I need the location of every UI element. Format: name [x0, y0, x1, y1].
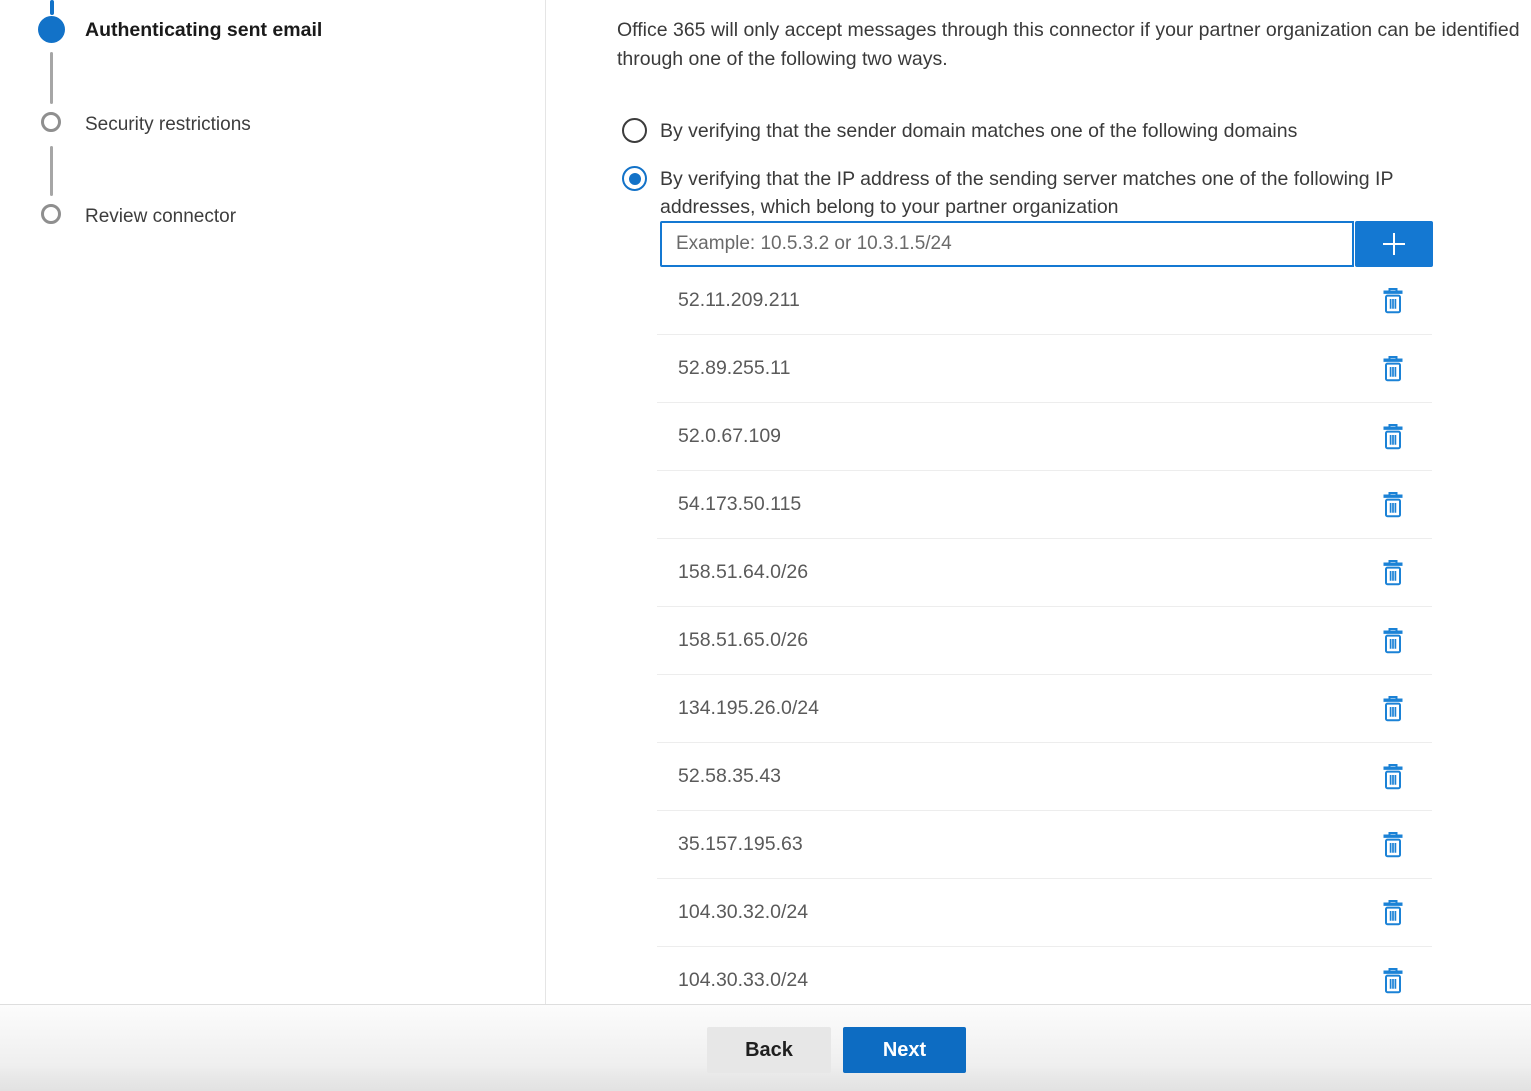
step-content-panel: Office 365 will only accept messages thr…: [547, 0, 1531, 1004]
trash-icon: [1381, 831, 1405, 859]
trash-icon: [1381, 967, 1405, 995]
ip-list-row: 134.195.26.0/24: [657, 675, 1432, 743]
step-review-connector[interactable]: Review connector: [85, 206, 236, 228]
delete-ip-button[interactable]: [1378, 489, 1408, 521]
delete-ip-button[interactable]: [1378, 829, 1408, 861]
radio-option-sender-domain[interactable]: By verifying that the sender domain matc…: [622, 117, 1297, 145]
add-ip-button[interactable]: [1355, 221, 1433, 267]
radio-selected-icon[interactable]: [622, 166, 647, 191]
radio-option-label: By verifying that the IP address of the …: [660, 165, 1492, 221]
delete-ip-button[interactable]: [1378, 625, 1408, 657]
ip-address: 52.11.209.211: [678, 289, 1378, 312]
trash-icon: [1381, 695, 1405, 723]
ip-list-row: 52.0.67.109: [657, 403, 1432, 471]
step-description: Office 365 will only accept messages thr…: [617, 16, 1529, 74]
delete-ip-button[interactable]: [1378, 693, 1408, 725]
ip-list-row: 35.157.195.63: [657, 811, 1432, 879]
back-button[interactable]: Back: [707, 1027, 831, 1073]
radio-option-label: By verifying that the sender domain matc…: [660, 117, 1297, 145]
wizard-footer: Back Next: [0, 1004, 1531, 1091]
trash-icon: [1381, 559, 1405, 587]
ip-list-row: 104.30.32.0/24: [657, 879, 1432, 947]
trash-icon: [1381, 763, 1405, 791]
ip-address: 158.51.65.0/26: [678, 629, 1378, 652]
ip-list-row: 52.89.255.11: [657, 335, 1432, 403]
ip-list-row: 52.58.35.43: [657, 743, 1432, 811]
ip-address: 52.89.255.11: [678, 357, 1378, 380]
connector-wizard-page: Authenticating sent email Security restr…: [0, 0, 1531, 1091]
ip-list-row: 54.173.50.115: [657, 471, 1432, 539]
ip-address-input[interactable]: [660, 221, 1354, 267]
wizard-steps-sidebar: Authenticating sent email Security restr…: [0, 0, 546, 1004]
stepper-connector-line: [50, 52, 53, 104]
ip-list-row: 158.51.64.0/26: [657, 539, 1432, 607]
ip-list-row: 104.30.33.0/24: [657, 947, 1432, 1004]
trash-icon: [1381, 423, 1405, 451]
step-circle-icon: [41, 204, 61, 224]
delete-ip-button[interactable]: [1378, 285, 1408, 317]
stepper-connector-line-top: [50, 0, 54, 15]
stepper-connector-line: [50, 146, 53, 196]
ip-list-row: 52.11.209.211: [657, 267, 1432, 335]
ip-address: 52.58.35.43: [678, 765, 1378, 788]
trash-icon: [1381, 287, 1405, 315]
ip-list-row: 158.51.65.0/26: [657, 607, 1432, 675]
step-active-dot-icon: [38, 16, 65, 43]
trash-icon: [1381, 355, 1405, 383]
ip-entry-row: [660, 221, 1433, 267]
trash-icon: [1381, 627, 1405, 655]
delete-ip-button[interactable]: [1378, 965, 1408, 997]
ip-address: 104.30.32.0/24: [678, 901, 1378, 924]
delete-ip-button[interactable]: [1378, 421, 1408, 453]
next-button[interactable]: Next: [843, 1027, 966, 1073]
ip-list: 52.11.209.211 52.89.255.11: [657, 267, 1432, 1004]
radio-option-ip-address[interactable]: By verifying that the IP address of the …: [622, 165, 1492, 221]
plus-icon: [1377, 227, 1411, 261]
trash-icon: [1381, 899, 1405, 927]
delete-ip-button[interactable]: [1378, 897, 1408, 929]
ip-address: 35.157.195.63: [678, 833, 1378, 856]
delete-ip-button[interactable]: [1378, 557, 1408, 589]
ip-address: 104.30.33.0/24: [678, 969, 1378, 992]
delete-ip-button[interactable]: [1378, 761, 1408, 793]
ip-address: 134.195.26.0/24: [678, 697, 1378, 720]
step-authenticating-sent-email[interactable]: Authenticating sent email: [85, 19, 322, 42]
step-circle-icon: [41, 112, 61, 132]
ip-address: 54.173.50.115: [678, 493, 1378, 516]
radio-unselected-icon[interactable]: [622, 118, 647, 143]
ip-address: 158.51.64.0/26: [678, 561, 1378, 584]
ip-address: 52.0.67.109: [678, 425, 1378, 448]
step-security-restrictions[interactable]: Security restrictions: [85, 114, 251, 136]
delete-ip-button[interactable]: [1378, 353, 1408, 385]
trash-icon: [1381, 491, 1405, 519]
